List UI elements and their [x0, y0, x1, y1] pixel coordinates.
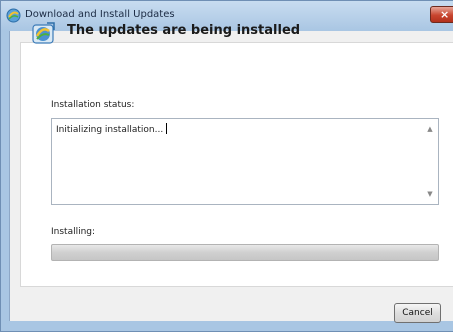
- close-icon: ×: [440, 8, 450, 21]
- window-title: Download and Install Updates: [25, 9, 175, 20]
- updates-dialog-window: Download and Install Updates × The updat…: [0, 0, 453, 332]
- close-button[interactable]: ×: [430, 6, 453, 23]
- installation-status-label: Installation status:: [51, 100, 135, 110]
- update-installer-icon: [32, 22, 55, 44]
- installation-status-textbox[interactable]: Initializing installation... ▲ ▼: [51, 118, 439, 205]
- scroll-down-icon[interactable]: ▼: [426, 190, 434, 198]
- page-title: The updates are being installed: [67, 23, 301, 38]
- cancel-button[interactable]: Cancel: [394, 303, 441, 323]
- installation-progress-bar: [51, 244, 439, 261]
- installing-label: Installing:: [51, 227, 96, 237]
- text-caret: [166, 123, 168, 134]
- app-icon: [6, 8, 21, 23]
- status-text: Initializing installation...: [56, 123, 168, 135]
- scroll-up-icon[interactable]: ▲: [426, 125, 434, 133]
